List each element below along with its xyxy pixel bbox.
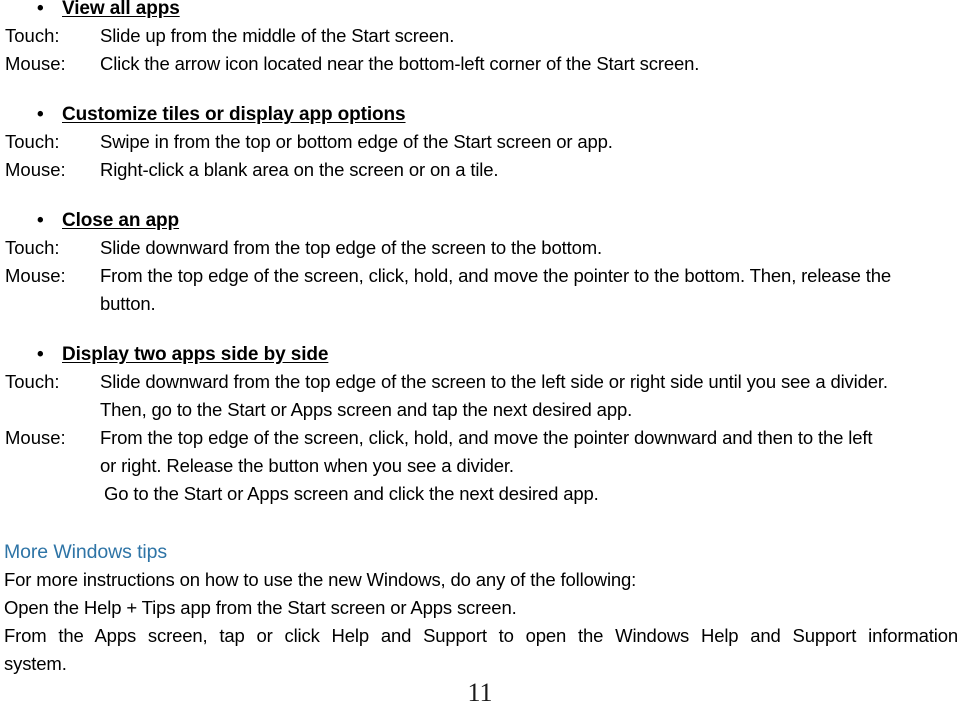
section-heading: • Customize tiles or display app options — [0, 102, 960, 128]
document-page: • View all apps Touch: Slide up from the… — [0, 0, 960, 714]
step-label-mouse: Mouse: — [5, 159, 66, 180]
step-text: Slide downward from the top edge of the … — [100, 237, 602, 258]
step-row: Touch: Slide downward from the top edge … — [0, 368, 960, 396]
tips-spacer — [0, 508, 960, 538]
tips-heading: More Windows tips — [4, 541, 168, 563]
section-heading: • View all apps — [0, 0, 960, 22]
step-text-continuation: button. — [100, 293, 156, 314]
page-number: 11 — [467, 678, 493, 707]
section-view-all-apps: • View all apps Touch: Slide up from the… — [0, 0, 960, 78]
step-row: Touch: Slide up from the middle of the S… — [0, 22, 960, 50]
step-label-touch: Touch: — [5, 131, 60, 152]
tips-line-tail: system. — [4, 653, 67, 674]
section-heading: • Close an app — [0, 208, 960, 234]
section-heading-label: View all apps — [62, 0, 180, 19]
step-label-mouse: Mouse: — [5, 265, 66, 286]
step-label-mouse: Mouse: — [5, 53, 66, 74]
step-row: Mouse: From the top edge of the screen, … — [0, 262, 960, 290]
tips-line-justified-text: From the Apps screen, tap or click Help … — [4, 625, 958, 646]
bullet-icon: • — [37, 210, 44, 231]
tips-line: For more instructions on how to use the … — [4, 569, 637, 590]
step-row: Touch: Swipe in from the top or bottom e… — [0, 128, 960, 156]
step-label-touch: Touch: — [5, 25, 60, 46]
step-text: Click the arrow icon located near the bo… — [100, 53, 700, 74]
more-windows-tips-block: More Windows tips For more instructions … — [0, 538, 960, 678]
step-text-continuation: Then, go to the Start or Apps screen and… — [100, 399, 633, 420]
step-row: Mouse: Right-click a blank area on the s… — [0, 156, 960, 184]
bullet-icon: • — [37, 0, 44, 19]
step-text: From the top edge of the screen, click, … — [100, 427, 873, 448]
page-content: • View all apps Touch: Slide up from the… — [0, 0, 960, 678]
step-row: Mouse: From the top edge of the screen, … — [0, 424, 960, 452]
section-heading-label: Close an app — [62, 210, 180, 231]
step-text: From the top edge of the screen, click, … — [100, 265, 892, 286]
step-label-mouse: Mouse: — [5, 427, 66, 448]
section-close-an-app: • Close an app Touch: Slide downward fro… — [0, 208, 960, 318]
bullet-icon: • — [37, 344, 44, 365]
section-heading-label: Display two apps side by side — [62, 344, 329, 365]
section-heading-label: Customize tiles or display app options — [62, 104, 406, 125]
step-text: Slide downward from the top edge of the … — [100, 371, 888, 392]
step-text: Swipe in from the top or bottom edge of … — [100, 131, 613, 152]
step-text-continuation: Go to the Start or Apps screen and click… — [104, 483, 599, 504]
step-row: Touch: Slide downward from the top edge … — [0, 234, 960, 262]
step-text: Slide up from the middle of the Start sc… — [100, 25, 455, 46]
step-text-continuation: or right. Release the button when you se… — [100, 455, 514, 476]
step-text: Right-click a blank area on the screen o… — [100, 159, 499, 180]
bullet-icon: • — [37, 104, 44, 125]
step-row: Mouse: Click the arrow icon located near… — [0, 50, 960, 78]
section-customize-tiles: • Customize tiles or display app options… — [0, 102, 960, 184]
step-label-touch: Touch: — [5, 237, 60, 258]
tips-line: Open the Help + Tips app from the Start … — [4, 597, 517, 618]
tips-line-justified: From the Apps screen, tap or click Help … — [0, 622, 960, 650]
step-label-touch: Touch: — [5, 371, 60, 392]
section-heading: • Display two apps side by side — [0, 342, 960, 368]
section-display-two-apps: • Display two apps side by side Touch: S… — [0, 342, 960, 508]
